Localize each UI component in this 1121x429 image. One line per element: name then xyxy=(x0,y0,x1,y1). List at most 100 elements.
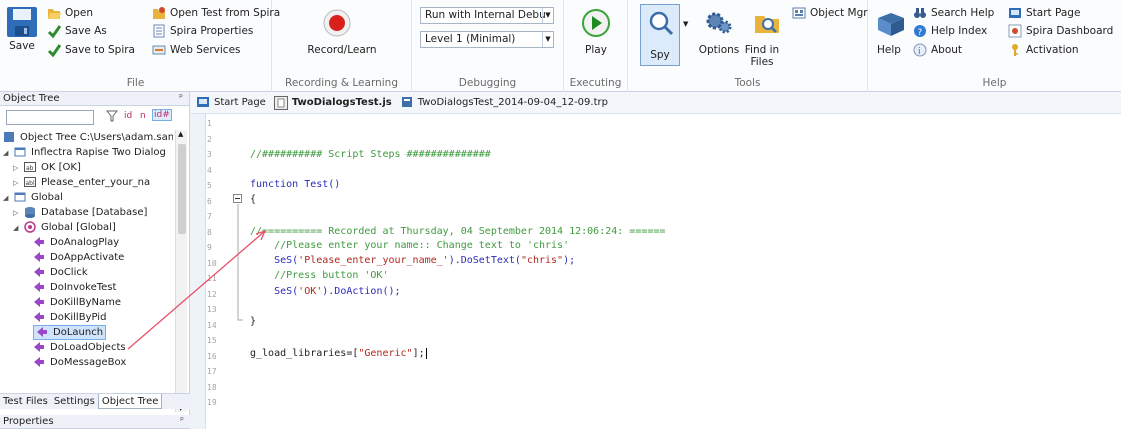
filter-idx-toggle[interactable]: id# xyxy=(152,109,172,121)
activation-button[interactable]: Activation xyxy=(1008,43,1079,57)
tree-action-node[interactable]: DoLoadObjects xyxy=(33,340,126,355)
open-test-from-spira-button[interactable]: Open Test from Spira xyxy=(152,6,280,20)
scroll-up-icon[interactable]: ▲ xyxy=(178,130,183,138)
tab-settings[interactable]: Settings xyxy=(51,394,98,409)
open-label: Open xyxy=(65,7,94,19)
action-icon xyxy=(33,341,47,355)
record-learn-button[interactable]: Record/Learn xyxy=(272,44,412,56)
tree-node[interactable]: ◢ Inflectra Rapise Two Dialog xyxy=(3,145,166,160)
code-string: 'Please_enter_your_name_' xyxy=(298,255,449,266)
help-button[interactable]: Help xyxy=(872,44,906,56)
editor-margin xyxy=(190,114,206,429)
book-icon[interactable] xyxy=(876,10,906,38)
web-services-button[interactable]: Web Services xyxy=(152,43,241,57)
scrollbar-thumb[interactable] xyxy=(178,144,186,234)
search-help-button[interactable]: Search Help xyxy=(913,6,994,20)
save-icon[interactable] xyxy=(6,6,38,38)
spira-dashboard-label: Spira Dashboard xyxy=(1026,25,1114,37)
play-button[interactable]: Play xyxy=(564,44,628,56)
find-in-files-icon[interactable] xyxy=(752,8,782,38)
code-editor[interactable]: 1 2 3 4 5 6 7 8 9 10 11 12 13 14 15 16 17 18 19 //########… xyxy=(190,114,1121,429)
ribbon: Save Open Save As Save to Spira Open Tes… xyxy=(0,0,1121,92)
gears-icon[interactable] xyxy=(704,8,734,38)
recording-group-label: Recording & Learning xyxy=(285,77,398,89)
expand-arrow-icon[interactable]: ▷ xyxy=(13,179,21,187)
save-to-spira-button[interactable]: Save to Spira xyxy=(47,43,135,58)
tree-action-node[interactable]: DoKillByPid xyxy=(33,310,106,325)
spy-button[interactable]: Spy xyxy=(640,4,680,66)
spy-dropdown-chevron-icon[interactable]: ▼ xyxy=(683,20,688,28)
tree-root[interactable]: Object Tree C:\Users\adam.san xyxy=(3,130,173,145)
chevron-down-icon[interactable]: ▼ xyxy=(542,32,553,47)
spira-save-icon xyxy=(47,43,62,58)
save-button[interactable]: Save xyxy=(4,40,40,52)
object-tree: Object Tree C:\Users\adam.san ◢ Inflectr… xyxy=(3,130,173,410)
code-string: "Generic" xyxy=(358,348,413,359)
tab-two-dialogs-test-js[interactable]: TwoDialogsTest.js xyxy=(273,95,392,110)
textbox-control-icon: abl xyxy=(24,176,38,190)
record-icon[interactable] xyxy=(322,8,352,38)
code-token: ).DoSetText( xyxy=(448,255,521,266)
filter-name-toggle[interactable]: n xyxy=(140,111,146,121)
tree-node-label: Database [Database] xyxy=(41,207,148,218)
svg-text:?: ? xyxy=(918,28,923,38)
tree-action-label: DoKillByPid xyxy=(50,312,107,323)
collapse-arrow-icon[interactable]: ◢ xyxy=(13,224,21,232)
save-as-button[interactable]: Save As xyxy=(47,24,107,39)
file-group: Save Open Save As Save to Spira Open Tes… xyxy=(0,0,280,92)
tree-action-label: DoInvokeTest xyxy=(50,282,117,293)
expand-arrow-icon[interactable]: ▷ xyxy=(13,209,21,217)
dashboard-icon xyxy=(1008,24,1022,38)
tree-action-node[interactable]: DoClick xyxy=(33,265,88,280)
play-icon[interactable] xyxy=(581,8,611,38)
action-icon xyxy=(33,266,47,280)
chevron-down-icon[interactable]: ▼ xyxy=(542,8,553,23)
tab-test-files[interactable]: Test Files xyxy=(0,394,51,409)
object-mgr-label: Object Mgr xyxy=(810,7,868,19)
tree-action-node[interactable]: DoInvokeTest xyxy=(33,280,116,295)
find-in-files-button[interactable]: Find in Files xyxy=(742,44,782,68)
tree-node[interactable]: ◢ Global xyxy=(3,190,63,205)
tree-node[interactable]: ◢ Global [Global] xyxy=(13,220,116,235)
expand-arrow-icon[interactable]: ▷ xyxy=(13,164,21,172)
funnel-icon[interactable] xyxy=(105,110,119,125)
code-token: SeS( xyxy=(250,286,299,297)
web-services-label: Web Services xyxy=(170,44,241,56)
filter-id-toggle[interactable]: id xyxy=(124,111,132,121)
tree-action-node[interactable]: DoKillByName xyxy=(33,295,121,310)
spy-label: Spy xyxy=(650,49,670,61)
tree-action-node[interactable]: DoAnalogPlay xyxy=(33,235,119,250)
tab-start-page[interactable]: Start Page xyxy=(196,96,266,110)
spira-properties-button[interactable]: Spira Properties xyxy=(152,24,253,38)
file-group-label: File xyxy=(126,77,145,89)
collapse-arrow-icon[interactable]: ◢ xyxy=(3,149,11,157)
log-level-select[interactable]: Level 1 (Minimal) ▼ xyxy=(420,31,554,48)
object-mgr-button[interactable]: Object Mgr xyxy=(792,6,868,20)
filter-input[interactable] xyxy=(6,110,94,125)
line-number: 3 xyxy=(207,150,212,159)
about-button[interactable]: i About xyxy=(913,43,962,57)
help-index-button[interactable]: ? Help Index xyxy=(913,24,987,38)
question-icon: ? xyxy=(913,24,927,38)
tree-action-node[interactable]: DoAppActivate xyxy=(33,250,124,265)
pin-icon[interactable]: ᵖ xyxy=(180,415,184,428)
tab-object-tree[interactable]: Object Tree xyxy=(97,394,163,409)
tree-action-label: DoKillByName xyxy=(50,297,121,308)
tree-scrollbar[interactable]: ▲ ▼ xyxy=(175,130,187,412)
tree-node[interactable]: ▷ abl Please_enter_your_na xyxy=(13,175,150,190)
tree-node[interactable]: ▷ ab OK [OK] xyxy=(13,160,81,175)
run-mode-select[interactable]: Run with Internal Debu ▼ xyxy=(420,7,554,24)
open-test-from-spira-label: Open Test from Spira xyxy=(170,7,281,19)
open-button[interactable]: Open xyxy=(47,6,93,20)
pin-icon[interactable]: ᵖ xyxy=(179,92,183,105)
log-level-value: Level 1 (Minimal) xyxy=(425,33,516,45)
spira-dashboard-button[interactable]: Spira Dashboard xyxy=(1008,24,1113,38)
options-button[interactable]: Options xyxy=(696,44,742,56)
tree-action-node[interactable]: DoLaunch xyxy=(33,325,107,340)
tab-trp-report[interactable]: TwoDialogsTest_2014-09-04_12-09.trp xyxy=(400,96,608,110)
collapse-arrow-icon[interactable]: ◢ xyxy=(3,194,11,202)
tree-action-node[interactable]: DoMessageBox xyxy=(33,355,126,370)
help-group: Help Search Help ? Help Index i About St… xyxy=(868,0,1121,92)
start-page-button[interactable]: Start Page xyxy=(1008,6,1080,20)
tree-node[interactable]: ▷ Database [Database] xyxy=(13,205,147,220)
